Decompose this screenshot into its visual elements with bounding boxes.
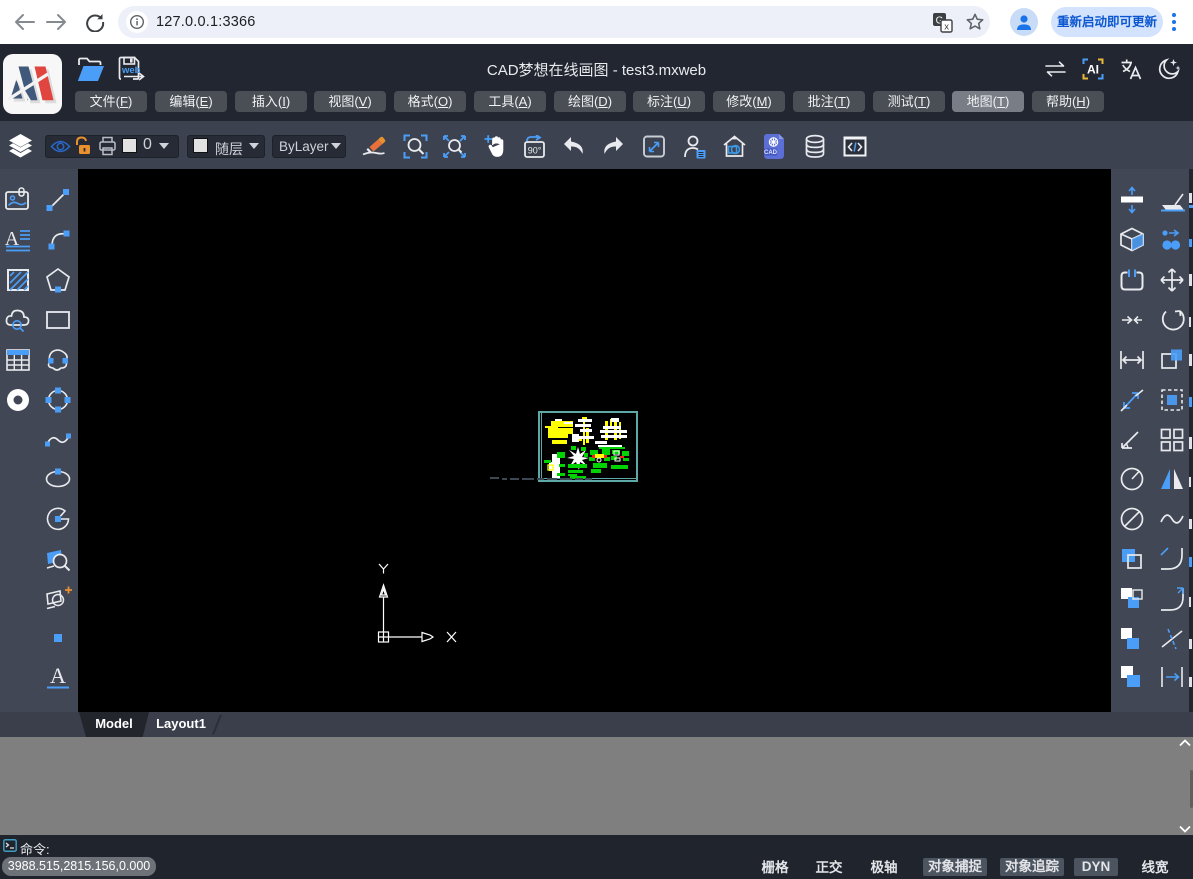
svg-text:CAD: CAD [764, 150, 778, 156]
svg-text:A: A [50, 663, 66, 688]
svg-text:90°: 90° [528, 146, 542, 156]
svg-text:AI: AI [1087, 63, 1099, 77]
svg-text:x: x [944, 22, 949, 33]
